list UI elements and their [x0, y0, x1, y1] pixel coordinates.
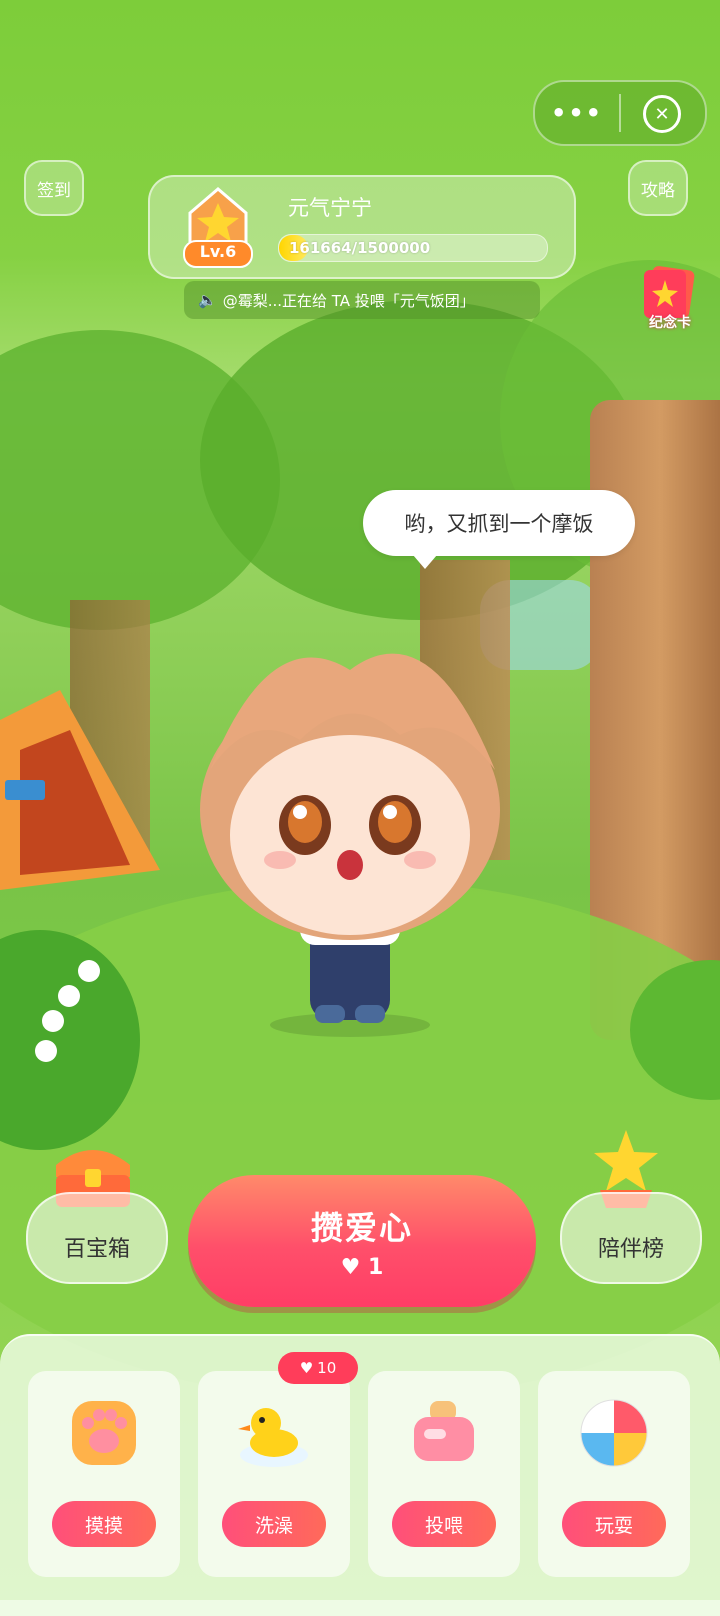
capsule-divider — [619, 94, 621, 132]
activity-label-pet: 摸摸 — [52, 1501, 156, 1547]
checkin-button[interactable]: 签到 — [24, 160, 84, 216]
collect-hearts-label: 攒爱心 — [310, 1209, 413, 1247]
activity-card-play[interactable]: 玩耍 — [538, 1371, 690, 1577]
xp-text: 161664/1500000 — [289, 239, 431, 257]
more-icon: ••• — [550, 99, 604, 127]
checkin-label: 签到 — [37, 180, 71, 201]
mini-program-capsule: ••• ✕ — [533, 80, 707, 146]
ball-icon — [580, 1399, 648, 1467]
heart-count: 1 — [368, 1255, 384, 1280]
activity-card-feed[interactable]: 投喂 — [368, 1371, 520, 1577]
speech-text: 哟，又抓到一个摩饭 — [404, 512, 594, 536]
pet-name: 元气宁宁 — [288, 196, 372, 220]
bath-cost: 10 — [317, 1359, 337, 1377]
activity-card-bath[interactable]: 洗澡 — [198, 1371, 350, 1577]
feed-notice: 🔈 @霉梨...正在给 TA 投喂「元气饭团」 — [184, 281, 540, 319]
flower-bell — [35, 1040, 57, 1062]
treasure-box-button[interactable]: 百宝箱 — [26, 1192, 168, 1284]
guide-label: 攻略 — [641, 180, 675, 201]
activity-label-play: 玩耍 — [562, 1501, 666, 1547]
collect-hearts-button[interactable]: 攒爱心 ♥ 1 — [188, 1175, 536, 1307]
notice-text: @霉梨...正在给 TA 投喂「元气饭团」 — [222, 291, 475, 310]
more-button[interactable]: ••• — [535, 82, 619, 144]
xp-progress-bar: 161664/1500000 — [278, 234, 548, 262]
activity-label-feed: 投喂 — [392, 1501, 496, 1547]
close-icon: ✕ — [654, 103, 670, 125]
heart-icon: ♥ — [299, 1359, 314, 1377]
duck-icon — [238, 1408, 308, 1467]
guide-button[interactable]: 攻略 — [628, 160, 688, 216]
speech-bubble: 哟，又抓到一个摩饭 — [363, 490, 635, 569]
toaster-icon — [414, 1401, 474, 1461]
paw-icon — [72, 1401, 136, 1465]
flower-bell — [58, 985, 80, 1007]
level-label: Lv.6 — [199, 242, 237, 261]
tent-icon — [0, 690, 160, 890]
heart-counter: ♥ 1 — [188, 1255, 536, 1280]
close-button[interactable]: ✕ — [643, 95, 681, 133]
treasure-box-label: 百宝箱 — [63, 1237, 130, 1262]
companion-rank-label: 陪伴榜 — [597, 1237, 664, 1262]
flower-bell — [78, 960, 100, 982]
memorial-card-label: 纪念卡 — [649, 315, 691, 331]
flower-bell — [42, 1010, 64, 1032]
activity-card-pet[interactable]: 摸摸 — [28, 1371, 180, 1577]
activity-label-bath: 洗澡 — [222, 1501, 326, 1547]
speaker-icon: 🔈 — [198, 291, 217, 309]
chibi-character[interactable] — [150, 560, 550, 1040]
companion-rank-button[interactable]: 陪伴榜 — [560, 1192, 702, 1284]
heart-icon: ♥ — [340, 1255, 361, 1280]
bath-cost-badge: ♥ 10 — [278, 1352, 358, 1384]
